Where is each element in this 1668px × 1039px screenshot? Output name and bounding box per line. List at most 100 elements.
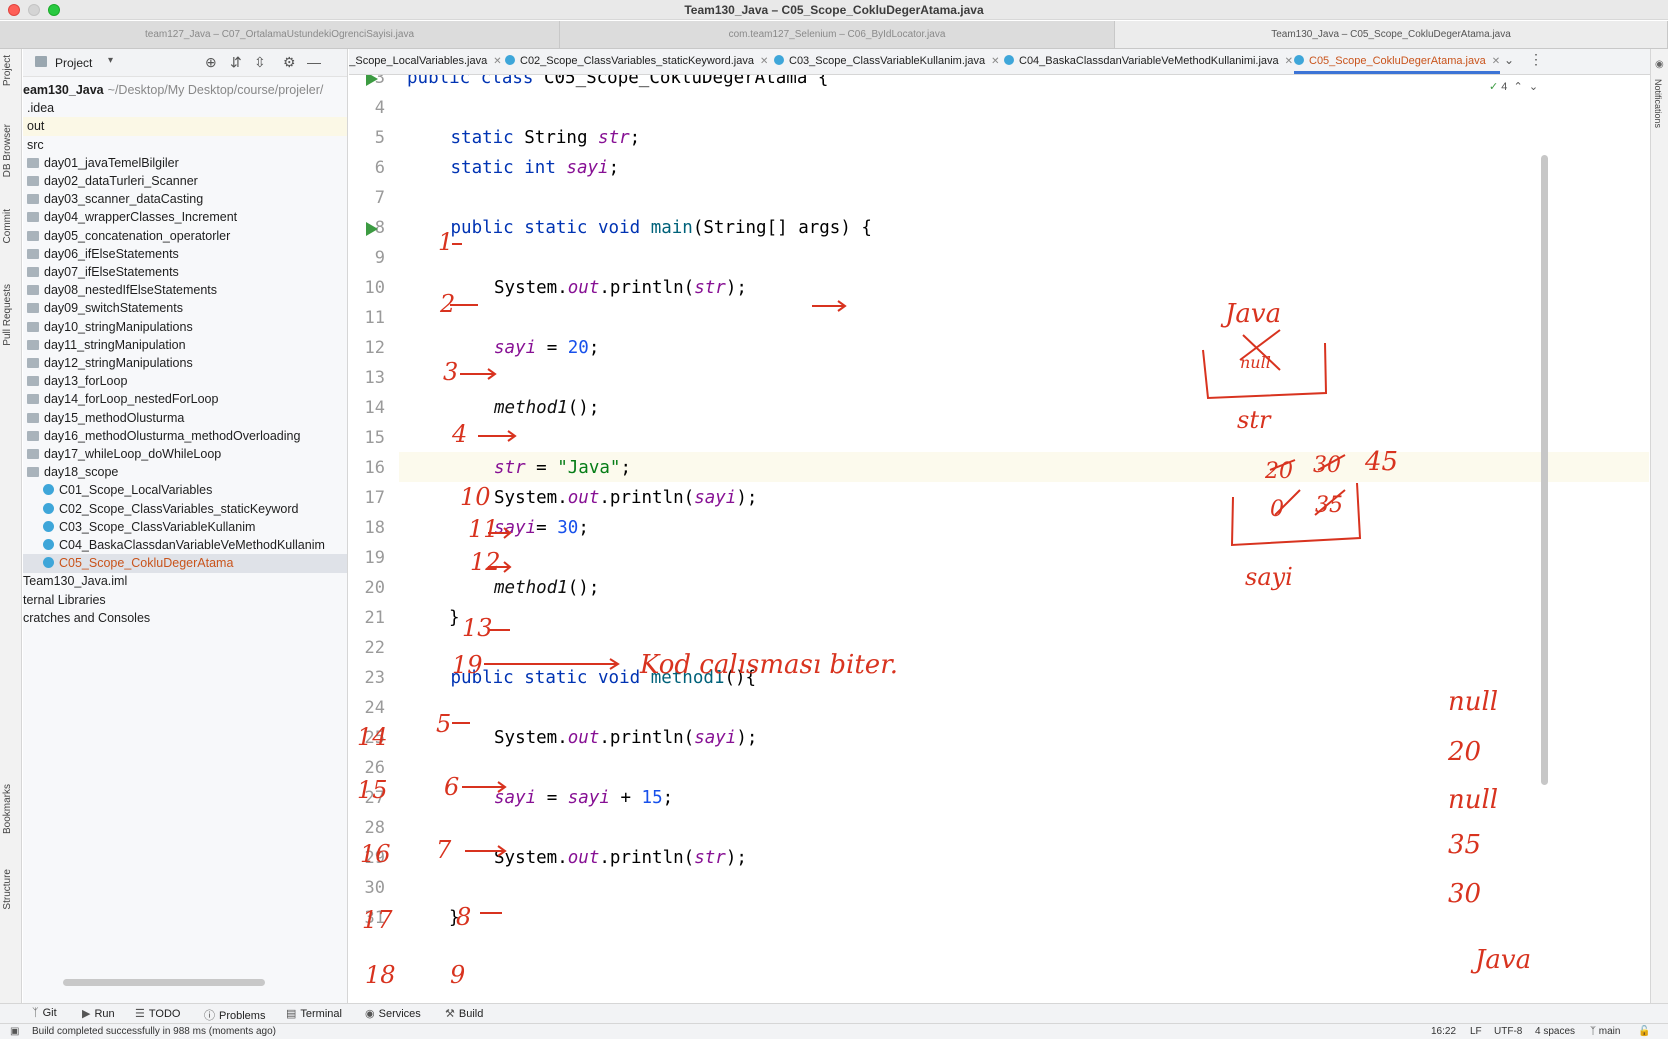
terminal-tool-button[interactable]: ▤ Terminal xyxy=(286,1007,342,1020)
code-line[interactable]: } xyxy=(449,608,460,628)
close-tab-icon[interactable]: ✕ xyxy=(991,56,999,67)
chevron-down-icon[interactable]: ⌄ xyxy=(1504,53,1514,67)
tree-item-scratch[interactable]: cratches and Consoles xyxy=(23,609,347,628)
tree-item-package[interactable]: day04_wrapperClasses_Increment xyxy=(23,208,347,227)
tree-item-package[interactable]: day16_methodOlusturma_methodOverloading xyxy=(23,427,347,446)
tree-item-folder[interactable]: out xyxy=(23,117,347,137)
code-line[interactable]: System.out.println(str); xyxy=(494,278,747,298)
code-line[interactable]: } xyxy=(449,908,460,928)
close-tab-icon[interactable]: ✕ xyxy=(1285,56,1293,67)
tree-item-package[interactable]: day18_scope xyxy=(23,463,347,482)
vertical-scrollbar[interactable] xyxy=(1541,155,1548,785)
code-editor[interactable]: 3 4 5 6 7 8 9 10 11 12 13 14 15 16 17 18 19 20 21 22 23 24 25 2… xyxy=(349,75,1650,937)
tree-item-class[interactable]: C05_Scope_CokluDegerAtama xyxy=(23,554,347,574)
close-tab-icon[interactable]: ✕ xyxy=(1492,56,1500,67)
code-line[interactable]: System.out.println(sayi); xyxy=(494,728,757,748)
code-line[interactable]: static int sayi; xyxy=(451,158,620,178)
gear-icon[interactable]: ⚙ xyxy=(283,54,296,71)
tree-item-package[interactable]: day06_ifElseStatements xyxy=(23,245,347,264)
window-tab-active[interactable]: Team130_Java – C05_Scope_CokluDegerAtama… xyxy=(1115,21,1668,48)
git-branch[interactable]: ᛉ main xyxy=(1590,1026,1620,1037)
code-line[interactable]: System.out.println(str); xyxy=(494,848,747,868)
tree-item-package[interactable]: day15_methodOlusturma xyxy=(23,409,347,428)
file-encoding[interactable]: UTF-8 xyxy=(1494,1026,1522,1037)
more-icon[interactable]: ⋮ xyxy=(1529,51,1543,68)
tree-item-package[interactable]: day09_switchStatements xyxy=(23,299,347,318)
editor-tab[interactable]: C04_BaskaClassdanVariableVeMethodKullani… xyxy=(1004,49,1293,74)
tree-item-file[interactable]: Team130_Java.iml xyxy=(23,572,347,591)
code-line[interactable]: static String str; xyxy=(451,128,641,148)
run-gutter-icon[interactable] xyxy=(366,75,378,86)
lock-icon[interactable]: 🔓 xyxy=(1638,1026,1650,1037)
indent-setting[interactable]: 4 spaces xyxy=(1535,1026,1575,1037)
horizontal-scrollbar[interactable] xyxy=(63,979,265,986)
run-tool-button[interactable]: ▶ Run xyxy=(82,1007,115,1020)
tree-item-class[interactable]: C02_Scope_ClassVariables_staticKeyword xyxy=(23,500,347,519)
editor-tab[interactable]: C03_Scope_ClassVariableKullanim.java ✕ xyxy=(774,49,999,74)
code-line[interactable]: System.out.println(sayi); xyxy=(494,488,757,508)
tree-item-folder[interactable]: .idea xyxy=(23,99,347,118)
hide-panel-icon[interactable]: — xyxy=(307,54,321,70)
problems-tool-button[interactable]: ⓘ Problems xyxy=(204,1007,265,1023)
toggle-tool-windows-icon[interactable]: ▣ xyxy=(10,1026,19,1037)
project-panel-title[interactable]: Project xyxy=(55,56,92,70)
code-line[interactable]: method1(); xyxy=(494,578,599,598)
run-gutter-icon[interactable] xyxy=(366,222,378,236)
status-message[interactable]: Build completed successfully in 988 ms (… xyxy=(32,1026,276,1037)
tree-item-package[interactable]: day17_whileLoop_doWhileLoop xyxy=(23,445,347,464)
tree-item-package[interactable]: day14_forLoop_nestedForLoop xyxy=(23,390,347,409)
git-tool-button[interactable]: ᛉ Git xyxy=(32,1007,57,1019)
editor-tab-active[interactable]: C05_Scope_CokluDegerAtama.java ✕ xyxy=(1294,49,1501,74)
expand-all-icon[interactable]: ⇵ xyxy=(230,54,242,71)
inspections-widget[interactable]: ✓ 4 ⌃ ⌄ xyxy=(1489,80,1538,93)
close-tab-icon[interactable]: ✕ xyxy=(760,56,768,67)
locate-icon[interactable]: ⊕ xyxy=(205,54,217,71)
todo-tool-button[interactable]: ☰ TODO xyxy=(135,1007,180,1020)
project-tool-button[interactable]: Project xyxy=(2,55,20,86)
tree-item-package[interactable]: day01_javaTemelBilgiler xyxy=(23,154,347,173)
bookmarks-tool-button[interactable]: Bookmarks xyxy=(2,784,20,834)
code-line[interactable]: public static void main(String[] args) { xyxy=(451,218,872,238)
tree-item-package[interactable]: day10_stringManipulations xyxy=(23,318,347,337)
tree-item-package[interactable]: day08_nestedIfElseStatements xyxy=(23,281,347,300)
code-line[interactable]: public class C05_Scope_CokluDegerAtama { xyxy=(407,75,828,88)
line-separator[interactable]: LF xyxy=(1470,1026,1482,1037)
tree-item-class[interactable]: C04_BaskaClassdanVariableVeMethodKullani… xyxy=(23,536,347,555)
structure-tool-button[interactable]: Structure xyxy=(2,869,20,910)
caret-position[interactable]: 16:22 xyxy=(1431,1026,1456,1037)
bell-icon[interactable]: ◉ xyxy=(1655,59,1664,70)
tree-item-folder[interactable]: src xyxy=(23,136,347,155)
services-tool-button[interactable]: ◉ Services xyxy=(365,1007,421,1020)
tree-item-package[interactable]: day13_forLoop xyxy=(23,372,347,391)
window-tab[interactable]: team127_Java – C07_OrtalamaUstundekiOgre… xyxy=(0,21,560,48)
tree-item-package[interactable]: day07_ifElseStatements xyxy=(23,263,347,282)
collapse-all-icon[interactable]: ⇳ xyxy=(254,54,266,71)
tree-item-library[interactable]: ternal Libraries xyxy=(23,591,347,610)
tree-item-package[interactable]: day05_concatenation_operatorler xyxy=(23,227,347,246)
tree-item-package[interactable]: day11_stringManipulation xyxy=(23,336,347,355)
code-line[interactable]: str = "Java"; xyxy=(494,458,631,478)
db-browser-tool-button[interactable]: DB Browser xyxy=(2,124,20,177)
tree-item-class[interactable]: C01_Scope_LocalVariables xyxy=(23,481,347,500)
tree-item-package[interactable]: day02_dataTurleri_Scanner xyxy=(23,172,347,191)
line-number: 28 xyxy=(364,818,385,838)
code-line[interactable]: public static void method1(){ xyxy=(451,668,757,688)
tree-item-package[interactable]: day03_scanner_dataCasting xyxy=(23,190,347,209)
tree-item-package[interactable]: day12_stringManipulations xyxy=(23,354,347,373)
editor-tab[interactable]: C02_Scope_ClassVariables_staticKeyword.j… xyxy=(505,49,768,74)
tree-item-project[interactable]: eam130_Java ~/Desktop/My Desktop/course/p… xyxy=(23,81,347,100)
code-token: ); xyxy=(725,848,747,868)
build-tool-button[interactable]: ⚒ Build xyxy=(445,1007,483,1020)
code-line[interactable]: sayi = 20; xyxy=(494,338,599,358)
window-tab[interactable]: com.team127_Selenium – C06_ByIdLocator.j… xyxy=(560,21,1115,48)
editor-tab[interactable]: 01_Scope_LocalVariables.java ✕ xyxy=(349,49,502,74)
notifications-tool-button[interactable]: Notifications xyxy=(1653,79,1663,128)
code-line[interactable]: method1(); xyxy=(494,398,599,418)
code-line[interactable]: sayi= 30; xyxy=(494,518,589,538)
code-line[interactable]: sayi = sayi + 15; xyxy=(494,788,673,808)
tree-item-class[interactable]: C03_Scope_ClassVariableKullanim xyxy=(23,518,347,537)
commit-tool-button[interactable]: Commit xyxy=(2,209,20,243)
close-tab-icon[interactable]: ✕ xyxy=(493,56,501,67)
chevron-down-icon[interactable]: ▾ xyxy=(108,55,113,66)
pull-requests-tool-button[interactable]: Pull Requests xyxy=(2,284,20,346)
